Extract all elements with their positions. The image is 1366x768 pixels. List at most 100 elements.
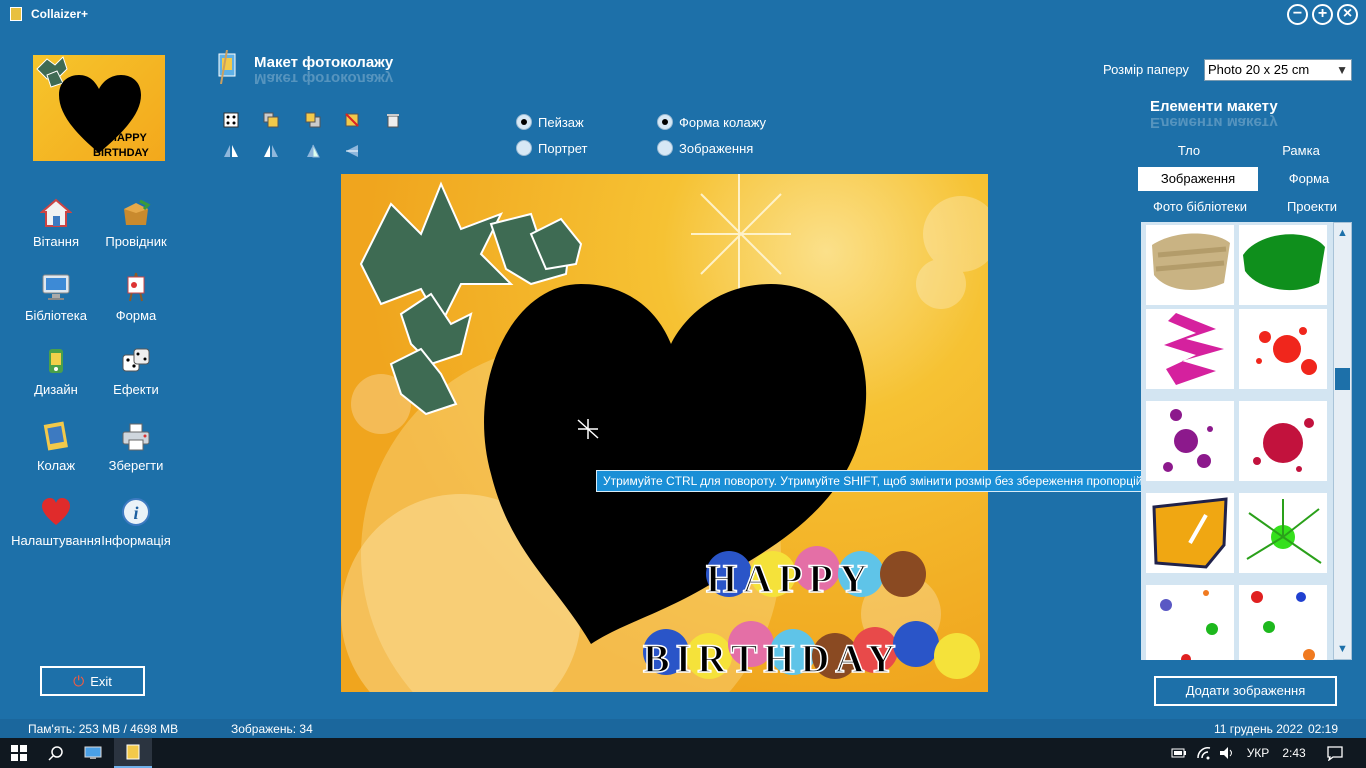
tab-frame[interactable]: Рамка xyxy=(1241,139,1361,163)
nav-welcome[interactable]: Вітання xyxy=(16,196,96,249)
search-icon[interactable] xyxy=(38,738,74,768)
gallery-item[interactable] xyxy=(1146,493,1234,573)
mirror-icon[interactable] xyxy=(304,142,322,160)
scroll-down-icon[interactable]: ▼ xyxy=(1334,641,1351,657)
nav-label: Налаштування xyxy=(11,533,101,548)
radio-portrait[interactable] xyxy=(516,140,532,156)
layout-title: Макет фотоколажу xyxy=(254,54,394,71)
mode-shape[interactable]: Форма колажу xyxy=(657,114,766,130)
add-image-button[interactable]: Додати зображення xyxy=(1154,676,1337,706)
collage-artwork: HAPPY BIRTHDAY xyxy=(341,174,988,692)
collage-canvas[interactable]: HAPPY BIRTHDAY xyxy=(341,174,988,692)
printer-icon xyxy=(119,420,153,454)
app-window: Collaizer+ − + × HAPPY BIRTHDAY Вітання … xyxy=(0,0,1366,738)
nav-label: Інформація xyxy=(101,533,171,548)
paper-size-label: Розмір паперу xyxy=(1103,62,1189,77)
nav-shape[interactable]: Форма xyxy=(96,270,176,323)
taskbar-clock[interactable]: 2:43 xyxy=(1276,738,1312,768)
nav-library[interactable]: Бібліотека xyxy=(16,270,96,323)
gallery-item[interactable] xyxy=(1146,585,1234,660)
mode-image[interactable]: Зображення xyxy=(657,140,753,156)
tab-photo-library[interactable]: Фото бібліотеки xyxy=(1140,195,1260,219)
rotate-icon[interactable] xyxy=(343,142,361,160)
thumbnail-preview: HAPPY BIRTHDAY xyxy=(36,56,149,159)
gallery-scrollbar[interactable]: ▲ ▼ xyxy=(1333,222,1352,660)
tab-background[interactable]: Тло xyxy=(1129,139,1249,163)
gallery-item[interactable] xyxy=(1239,309,1327,389)
nav-settings[interactable]: Налаштування xyxy=(10,495,102,548)
close-button[interactable]: × xyxy=(1337,4,1358,25)
project-thumbnail[interactable]: HAPPY BIRTHDAY xyxy=(33,55,165,161)
flip-vertical-icon[interactable] xyxy=(262,142,280,160)
orientation-portrait[interactable]: Портрет xyxy=(516,140,587,156)
flip-horizontal-icon[interactable] xyxy=(222,142,240,160)
nav-effects[interactable]: Ефекти xyxy=(96,344,176,397)
app-logo-icon xyxy=(10,7,22,21)
orientation-landscape[interactable]: Пейзаж xyxy=(516,114,584,130)
notifications-icon[interactable] xyxy=(1320,738,1350,768)
nav-label: Форма xyxy=(115,308,157,323)
gallery-item[interactable] xyxy=(1239,585,1327,660)
gallery-item[interactable] xyxy=(1146,401,1234,481)
radio-landscape[interactable] xyxy=(516,114,532,130)
desktop-app-icon[interactable] xyxy=(76,738,110,768)
gallery-item[interactable] xyxy=(1239,493,1327,573)
images-count: Зображень: 34 xyxy=(231,722,313,736)
nav-label: Зберегти xyxy=(108,458,164,473)
radio-label: Портрет xyxy=(538,140,588,156)
taskbar: УКР 2:43 xyxy=(0,738,1366,768)
nav-label: Ефекти xyxy=(113,382,159,397)
tab-images[interactable]: Зображення xyxy=(1138,167,1258,191)
happy-text: HAPPY xyxy=(706,556,874,601)
gallery-item[interactable] xyxy=(1146,225,1234,305)
scroll-thumb[interactable] xyxy=(1335,368,1350,390)
easel-icon xyxy=(119,270,153,304)
nav-label: Вітання xyxy=(33,234,79,249)
info-icon: i xyxy=(119,495,153,529)
wifi-icon[interactable] xyxy=(1193,738,1215,768)
scroll-up-icon[interactable]: ▲ xyxy=(1334,225,1351,241)
radio-shape[interactable] xyxy=(657,114,673,130)
trash-icon[interactable] xyxy=(384,111,402,129)
gallery-item[interactable] xyxy=(1146,309,1234,389)
collaizer-taskbar-icon[interactable] xyxy=(114,738,152,768)
nav-label: Колаж xyxy=(36,458,76,473)
nav-info[interactable]: i Інформація xyxy=(96,495,176,548)
nav-design[interactable]: Дизайн xyxy=(16,344,96,397)
bring-front-icon[interactable] xyxy=(262,111,280,129)
nav-save[interactable]: Зберегти xyxy=(96,420,176,473)
battery-icon[interactable] xyxy=(1168,738,1190,768)
gallery-item[interactable] xyxy=(1239,401,1327,481)
radio-image[interactable] xyxy=(657,140,673,156)
status-time: 02:19 xyxy=(1308,722,1339,736)
window-title: Collaizer+ xyxy=(31,7,89,21)
minimize-button[interactable]: − xyxy=(1287,4,1308,25)
dice-icon xyxy=(119,344,153,378)
nav-explorer[interactable]: Провідник xyxy=(96,196,176,249)
gallery-item[interactable] xyxy=(1239,225,1327,305)
windows-start-icon[interactable] xyxy=(0,738,38,768)
arrange-tool-icon[interactable] xyxy=(222,111,240,129)
remove-image-icon[interactable] xyxy=(343,111,361,129)
exit-button[interactable]: ⏻ Exit xyxy=(40,666,145,696)
tab-shape[interactable]: Форма xyxy=(1249,167,1366,191)
language-indicator[interactable]: УКР xyxy=(1240,738,1276,768)
nav-collage[interactable]: Колаж xyxy=(16,420,96,473)
title-bar: Collaizer+ − + × xyxy=(0,0,1366,30)
layout-easel-icon xyxy=(217,49,237,85)
open-box-icon xyxy=(119,196,153,230)
radio-label: Зображення xyxy=(679,140,754,156)
tab-projects[interactable]: Проекти xyxy=(1252,195,1366,219)
birthday-text: BIRTHDAY xyxy=(643,636,902,681)
layout-title-reflection: Макет фотоколажу xyxy=(254,70,394,87)
radio-label: Форма колажу xyxy=(679,114,767,130)
send-back-icon[interactable] xyxy=(304,111,322,129)
collage-icon xyxy=(39,420,73,454)
maximize-button[interactable]: + xyxy=(1312,4,1333,25)
paper-size-select[interactable]: Photo 20 x 25 cm ▼ xyxy=(1204,59,1352,81)
nav-label: Дизайн xyxy=(34,382,78,397)
heart-icon xyxy=(39,495,73,529)
volume-icon[interactable] xyxy=(1216,738,1238,768)
nav-label: Провідник xyxy=(105,234,167,249)
radio-label: Пейзаж xyxy=(538,114,584,130)
